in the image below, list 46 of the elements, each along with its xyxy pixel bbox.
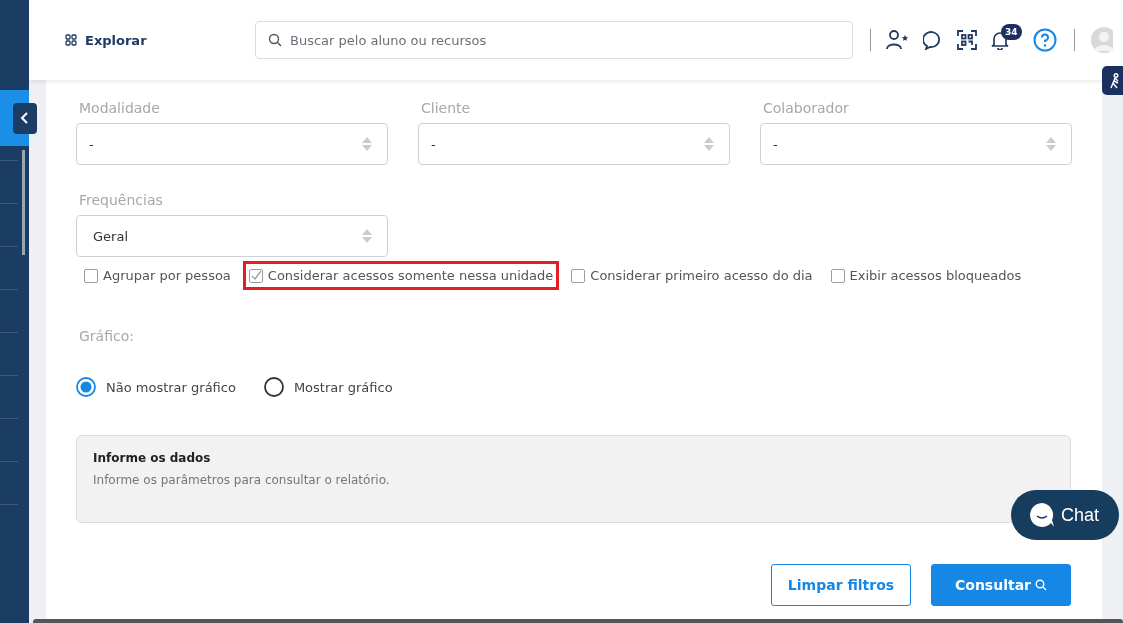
checkbox-option[interactable]: Considerar primeiro acesso do dia [565, 261, 819, 290]
sort-arrows-icon [361, 136, 373, 152]
scroll-thumb[interactable] [22, 150, 25, 255]
checkbox-icon [248, 268, 263, 283]
walking-person-icon [1110, 72, 1120, 89]
select-field[interactable]: - [418, 123, 730, 165]
radio-option[interactable]: Mostrar gráfico [263, 377, 393, 397]
qr-code-icon[interactable] [957, 30, 977, 50]
sort-arrows-icon [703, 136, 715, 152]
grid-icon [65, 34, 77, 46]
radio-icon [263, 377, 284, 397]
info-text: Informe os parâmetros para consultar o relatório. [93, 473, 391, 487]
search-icon [268, 33, 282, 47]
sort-arrows-icon [1045, 136, 1057, 152]
chevron-left-icon [20, 112, 30, 124]
checkbox-icon [84, 268, 98, 283]
field-label: Modalidade [79, 100, 161, 116]
select-field[interactable]: - [760, 123, 1072, 165]
info-title: Informe os dados [93, 451, 212, 465]
user-star-icon[interactable] [885, 29, 909, 51]
select-field[interactable]: Geral [76, 215, 388, 257]
checkbox-option[interactable]: Considerar acessos somente nessa unidade [242, 261, 560, 290]
checkbox-icon [830, 268, 845, 283]
chat-button[interactable]: Chat [1011, 490, 1119, 540]
accessibility-button[interactable] [1102, 66, 1123, 95]
field-label: Frequências [79, 192, 164, 208]
search-field[interactable]: Buscar pelo aluno ou recursos [255, 21, 853, 59]
checkbox-icon [571, 268, 586, 283]
help-icon[interactable] [1033, 28, 1057, 52]
search-icon [1035, 579, 1047, 591]
notification-badge: 34 [1001, 24, 1022, 40]
field-label: Colaborador [763, 100, 850, 116]
checkbox-option[interactable]: Agrupar por pessoa [78, 261, 237, 290]
submit-button[interactable]: Consultar [931, 564, 1071, 606]
section-label: Gráfico: [79, 328, 135, 344]
field-label: Cliente [421, 100, 472, 116]
checkbox-option[interactable]: Exibir acessos bloqueados [824, 261, 1028, 290]
explore-button[interactable]: Explorar [65, 32, 255, 48]
collapse-button[interactable] [13, 90, 37, 146]
chat-bubble-icon[interactable] [923, 30, 943, 50]
select-field[interactable]: - [76, 123, 388, 165]
radio-icon [76, 377, 96, 397]
chat-bubble-icon [1029, 502, 1055, 528]
radio-option[interactable]: Não mostrar gráfico [76, 377, 236, 397]
sort-arrows-icon [361, 228, 373, 244]
clear-filters-button[interactable]: Limpar filtros [771, 564, 911, 606]
